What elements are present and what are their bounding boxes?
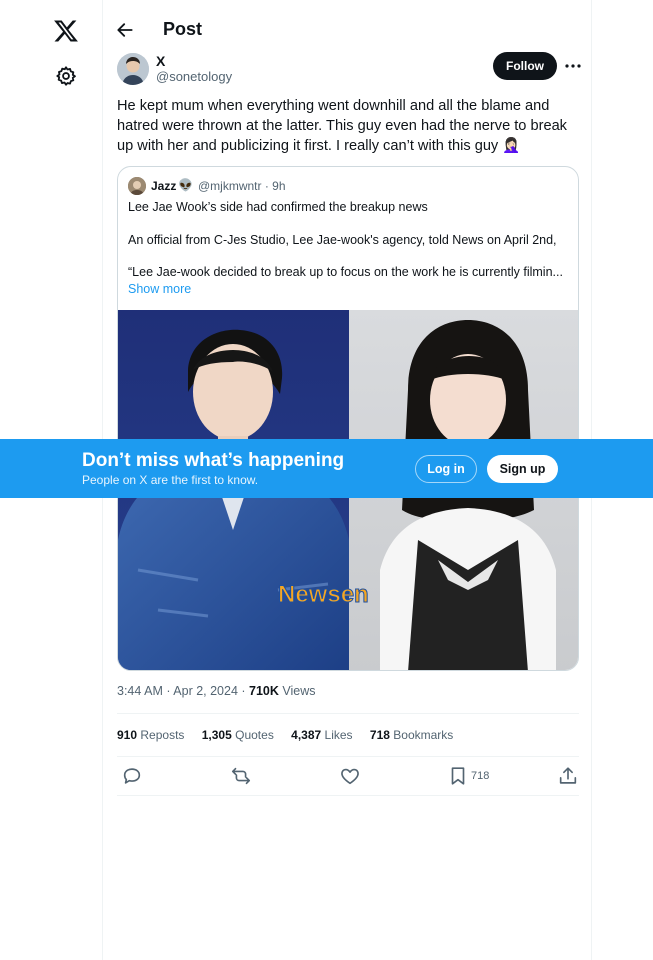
- stat-likes[interactable]: 4,387 Likes: [291, 728, 352, 742]
- banner-subtitle: People on X are the first to know.: [82, 473, 259, 487]
- signup-button[interactable]: Sign up: [487, 455, 558, 483]
- author-name[interactable]: X: [156, 53, 165, 69]
- action-bar: 718: [117, 765, 579, 787]
- quoted-author-name[interactable]: Jazz: [151, 179, 176, 193]
- avatar[interactable]: [117, 53, 149, 85]
- post-stats: 910 Reposts 1,305 Quotes 4,387 Likes 718…: [117, 728, 467, 742]
- banner-title: Don’t miss what’s happening: [82, 450, 345, 471]
- divider: [117, 713, 579, 714]
- quoted-post[interactable]: Jazz 👽 @mjkmwntr · 9h Lee Jae Wook’s sid…: [117, 166, 579, 671]
- divider: [117, 756, 579, 757]
- bookmark-icon[interactable]: [447, 765, 469, 787]
- author-handle[interactable]: @sonetology: [156, 69, 232, 84]
- stat-reposts[interactable]: 910 Reposts: [117, 728, 184, 742]
- x-logo-icon[interactable]: [53, 18, 79, 44]
- stat-quotes[interactable]: 1,305 Quotes: [202, 728, 274, 742]
- post-text: He kept mum when everything went downhil…: [117, 98, 567, 154]
- reply-icon[interactable]: [121, 765, 143, 787]
- login-button[interactable]: Log in: [415, 455, 477, 483]
- signup-banner: Don’t miss what’s happening People on X …: [0, 439, 653, 498]
- header: Post: [103, 0, 593, 60]
- gear-icon[interactable]: [55, 65, 77, 87]
- post-timestamp[interactable]: 3:44 AM · Apr 2, 2024 · 710K Views: [117, 684, 316, 698]
- bookmark-count: 718: [471, 770, 490, 782]
- views-count: 710K: [249, 684, 279, 698]
- repost-icon[interactable]: [230, 765, 252, 787]
- newsen-watermark: Newsen: [278, 581, 369, 608]
- follow-button[interactable]: Follow: [493, 52, 557, 80]
- heart-icon[interactable]: [339, 765, 361, 787]
- page-title: Post: [163, 19, 203, 39]
- divider: [117, 795, 579, 796]
- arrow-left-icon[interactable]: [115, 20, 135, 40]
- alien-emoji: 👽: [178, 178, 193, 192]
- stat-bookmarks[interactable]: 718 Bookmarks: [370, 728, 453, 742]
- quoted-line: “Lee Jae-wook decided to break up to foc…: [128, 265, 563, 279]
- show-more-link[interactable]: Show more: [128, 282, 191, 296]
- quoted-line: Lee Jae Wook’s side had confirmed the br…: [128, 200, 428, 214]
- quoted-meta: @mjkmwntr · 9h: [198, 179, 286, 193]
- quoted-avatar[interactable]: [128, 177, 146, 195]
- views-label: Views: [278, 684, 316, 698]
- time-text[interactable]: 3:44 AM · Apr 2, 2024 ·: [117, 684, 249, 698]
- ellipsis-icon[interactable]: [563, 56, 583, 76]
- share-icon[interactable]: [557, 765, 579, 787]
- quoted-line: An official from C-Jes Studio, Lee Jae-w…: [128, 233, 557, 247]
